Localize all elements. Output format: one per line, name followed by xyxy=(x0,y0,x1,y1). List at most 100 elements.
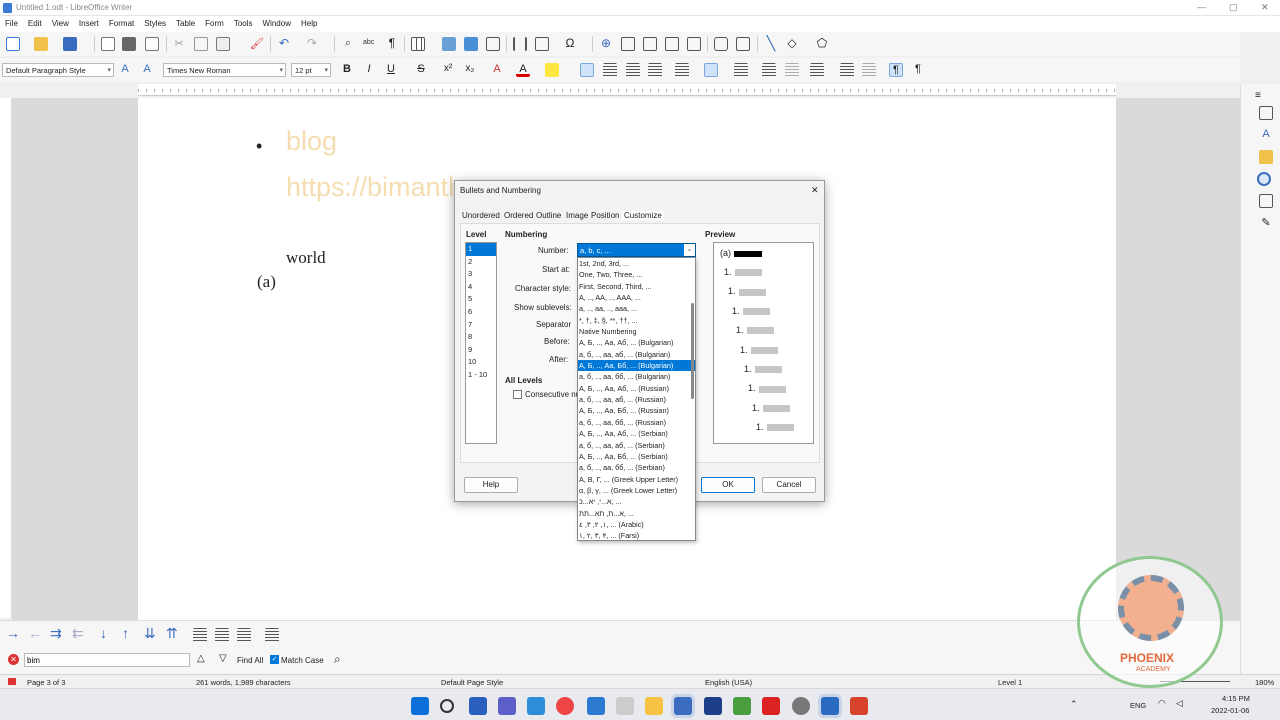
track-changes-icon[interactable] xyxy=(736,37,750,51)
style-inspector-icon[interactable]: ✎ xyxy=(1259,216,1273,230)
menu-file[interactable]: File xyxy=(0,16,23,28)
update-style-icon[interactable]: A xyxy=(118,63,132,77)
no-list-icon[interactable] xyxy=(734,63,748,77)
increase-paragraph-spacing-icon[interactable] xyxy=(840,63,854,77)
tray-chevron-icon[interactable]: ⌃ xyxy=(1070,699,1078,710)
tab-image[interactable]: Image xyxy=(566,211,588,220)
language[interactable]: English (USA) xyxy=(705,678,752,687)
zoom-level[interactable]: 180% xyxy=(1255,678,1274,687)
tab-outline[interactable]: Outline xyxy=(536,211,561,220)
file-explorer-icon[interactable] xyxy=(645,697,663,715)
font-color-icon[interactable]: A xyxy=(516,63,530,77)
insert-chart-icon[interactable] xyxy=(464,37,478,51)
comment-icon[interactable] xyxy=(714,37,728,51)
find-next-icon[interactable]: ▽ xyxy=(219,653,227,664)
clear-formatting-icon[interactable]: A xyxy=(490,63,504,77)
chrome-icon[interactable] xyxy=(556,697,574,715)
help-button[interactable]: Help xyxy=(464,477,518,493)
level-item[interactable]: 6 xyxy=(466,306,496,319)
sidebar-menu-icon[interactable]: ≡ xyxy=(1255,90,1261,101)
save-icon[interactable] xyxy=(63,37,77,51)
move-up-icon[interactable]: ⇈ xyxy=(166,625,178,642)
number-format-option[interactable]: 1st, 2nd, 3rd, ... xyxy=(578,258,695,269)
demote-outline-icon[interactable] xyxy=(237,628,251,642)
decrease-indent-icon[interactable] xyxy=(785,63,799,77)
font-size-combo[interactable]: 12 pt ▾ xyxy=(291,63,331,77)
paragraph-style-combo[interactable]: Default Paragraph Style ▾ xyxy=(2,63,114,77)
bold-icon[interactable]: B xyxy=(340,63,354,77)
number-format-option[interactable]: а, б, .., аа, бб, ... (Bulgarian) xyxy=(578,371,695,382)
task-view-icon[interactable] xyxy=(469,697,487,715)
cut-icon[interactable]: ✂ xyxy=(172,37,186,51)
italic-icon[interactable]: I xyxy=(362,63,376,77)
ordered-list-icon[interactable] xyxy=(704,63,718,77)
underline-icon[interactable]: U xyxy=(384,63,398,77)
number-format-option[interactable]: First, Second, Third, ... xyxy=(578,281,695,292)
properties-icon[interactable] xyxy=(1259,106,1273,120)
page-icon[interactable] xyxy=(1259,194,1273,208)
vertical-ruler[interactable] xyxy=(0,98,12,618)
menu-format[interactable]: Format xyxy=(104,16,139,28)
todo-icon[interactable] xyxy=(587,697,605,715)
number-format-option[interactable]: А, Б, .., Аа, Аб, ... (Bulgarian) xyxy=(578,337,695,348)
undo-icon[interactable]: ↶ xyxy=(277,37,291,51)
special-character-icon[interactable]: Ω xyxy=(563,37,577,51)
paste-icon[interactable] xyxy=(216,37,230,51)
redo-icon[interactable]: ↷ xyxy=(305,37,319,51)
menu-edit[interactable]: Edit xyxy=(23,16,47,28)
insert-textbox-icon[interactable] xyxy=(486,37,500,51)
cancel-button[interactable]: Cancel xyxy=(762,477,816,493)
input-language[interactable]: ENG xyxy=(1130,701,1146,710)
new-document-icon[interactable] xyxy=(6,37,20,51)
number-format-option[interactable]: А, Б, .., Аа, Бб, ... (Bulgarian) xyxy=(578,360,695,372)
number-format-option[interactable]: ١, ٢, ٣, ٤, ... (Arabic) xyxy=(578,519,695,530)
tab-position[interactable]: Position xyxy=(591,211,619,220)
insert-image-icon[interactable] xyxy=(442,37,456,51)
ok-button[interactable]: OK xyxy=(701,477,755,493)
rstudio-icon[interactable] xyxy=(704,697,722,715)
print-icon[interactable] xyxy=(122,37,136,51)
superscript-icon[interactable]: x² xyxy=(441,63,455,77)
menu-table[interactable]: Table xyxy=(171,16,200,28)
level-item[interactable]: 1 - 10 xyxy=(466,369,496,382)
level-item[interactable]: 5 xyxy=(466,293,496,306)
menu-window[interactable]: Window xyxy=(258,16,296,28)
number-format-option[interactable]: а, б, .., аа, бб, ... (Russian) xyxy=(578,417,695,428)
find-all-button[interactable]: Find All xyxy=(237,656,263,665)
match-case-checkbox[interactable]: ✓ xyxy=(270,655,279,664)
level-item[interactable]: 7 xyxy=(466,319,496,332)
basic-shapes-icon[interactable]: ◇ xyxy=(785,37,799,51)
start-icon[interactable] xyxy=(411,697,429,715)
hyperlink-icon[interactable]: ⊕ xyxy=(599,37,613,51)
number-format-option[interactable]: α, β, γ, ... (Greek Lower Letter) xyxy=(578,485,695,496)
page-break-icon[interactable] xyxy=(513,37,527,51)
formatting-marks-icon[interactable]: ¶ xyxy=(385,37,399,51)
level-item[interactable]: 8 xyxy=(466,331,496,344)
app-icon[interactable] xyxy=(616,697,634,715)
level-item[interactable]: 4 xyxy=(466,281,496,294)
number-format-option[interactable]: а, б, .., аа, бб, ... (Serbian) xyxy=(578,462,695,473)
clone-formatting-icon[interactable]: 🖌 xyxy=(250,37,264,51)
tab-customize[interactable]: Customize xyxy=(622,211,664,220)
number-format-option[interactable]: ۱, ۲, ۳, ۴, ... (Farsi) xyxy=(578,530,695,541)
page-count[interactable]: Page 3 of 3 xyxy=(27,678,65,687)
wifi-icon[interactable]: ◠ xyxy=(1158,698,1166,709)
bookmark-icon[interactable] xyxy=(665,37,679,51)
find-replace-dialog-icon[interactable]: ⌕ xyxy=(334,652,341,667)
tab-unordered[interactable]: Unordered xyxy=(462,211,500,220)
clock-time[interactable]: 4:15 PM xyxy=(1222,694,1250,703)
maximize-icon[interactable]: ▢ xyxy=(1229,2,1238,13)
chevron-down-icon[interactable]: ⌄ xyxy=(684,244,695,256)
menu-form[interactable]: Form xyxy=(200,16,229,28)
highlight-color-icon[interactable] xyxy=(545,63,559,77)
new-style-icon[interactable]: A xyxy=(140,63,154,77)
arrow-left-icon[interactable]: ← xyxy=(28,625,42,641)
subscript-icon[interactable]: x₂ xyxy=(463,63,477,77)
number-format-dropdown[interactable]: 1st, 2nd, 3rd, ... One, Two, Three, ... Fi… xyxy=(577,257,696,541)
dialog-close-icon[interactable]: ✕ xyxy=(811,185,819,196)
export-pdf-icon[interactable] xyxy=(101,37,115,51)
spelling-icon[interactable]: abc xyxy=(363,37,377,51)
dropdown-scrollbar[interactable] xyxy=(691,303,694,399)
left-to-right-icon[interactable]: ¶ xyxy=(889,63,903,77)
number-format-option[interactable]: One, Two, Three, ... xyxy=(578,269,695,280)
